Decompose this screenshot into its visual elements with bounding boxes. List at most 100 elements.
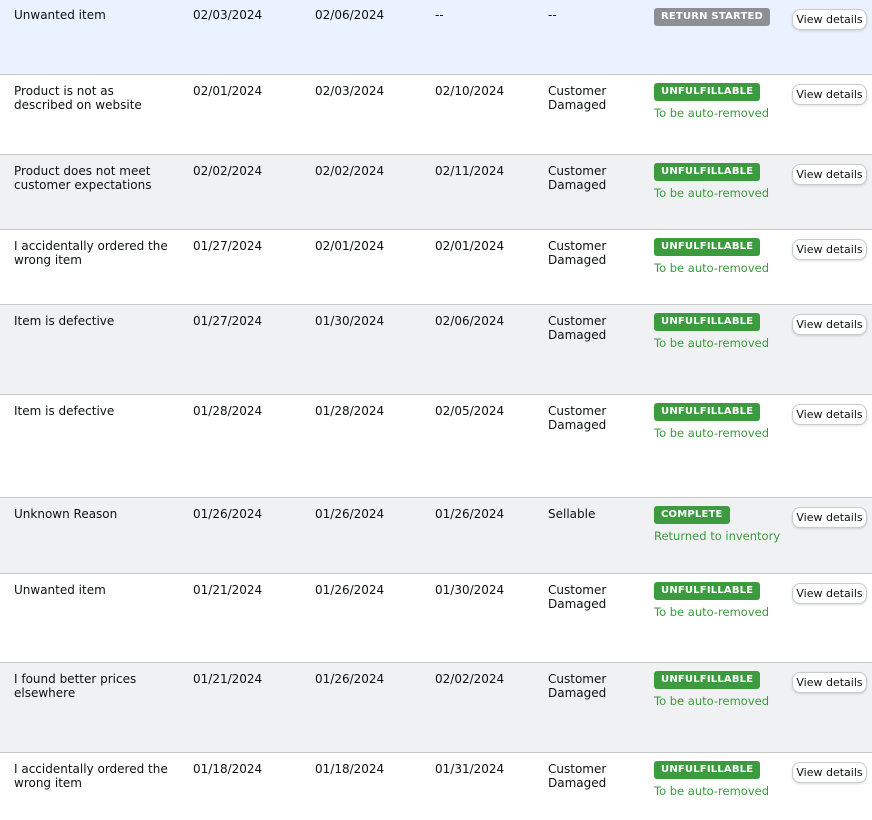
- return-reason: Item is defective: [14, 314, 115, 328]
- status-cell: UNFULFILLABLE To be auto-removed: [654, 238, 769, 275]
- closed-date: --: [435, 8, 444, 22]
- closed-date: 02/10/2024: [435, 84, 505, 98]
- status-note: Returned to inventory: [654, 529, 781, 543]
- return-date: 02/03/2024: [315, 84, 385, 98]
- request-date: 01/21/2024: [193, 672, 263, 686]
- disposition: Customer Damaged: [548, 84, 607, 112]
- request-date: 01/28/2024: [193, 404, 263, 418]
- view-details-button[interactable]: View details: [792, 314, 867, 335]
- status-cell: UNFULFILLABLE To be auto-removed: [654, 83, 769, 120]
- view-details-button[interactable]: View details: [792, 84, 867, 105]
- table-row: Item is defective 01/27/2024 01/30/2024 …: [0, 305, 872, 395]
- return-date: 02/01/2024: [315, 239, 385, 253]
- closed-date: 01/31/2024: [435, 762, 505, 776]
- disposition: Customer Damaged: [548, 404, 607, 432]
- status-cell: COMPLETE Returned to inventory: [654, 506, 780, 543]
- view-details-button[interactable]: View details: [792, 583, 867, 604]
- table-row: Product is not as described on website 0…: [0, 75, 872, 155]
- return-date: 01/30/2024: [315, 314, 385, 328]
- status-cell: UNFULFILLABLE To be auto-removed: [654, 313, 769, 350]
- request-date: 01/21/2024: [193, 583, 263, 597]
- view-details-button[interactable]: View details: [792, 164, 867, 185]
- return-reason: Product is not as described on website: [14, 84, 142, 112]
- status-badge: UNFULFILLABLE: [654, 671, 761, 689]
- status-badge: RETURN STARTED: [654, 8, 771, 26]
- table-row: I found better prices elsewhere 01/21/20…: [0, 663, 872, 753]
- disposition: --: [548, 8, 557, 22]
- status-badge: COMPLETE: [654, 506, 730, 524]
- status-badge: UNFULFILLABLE: [654, 163, 761, 181]
- status-cell: UNFULFILLABLE To be auto-removed: [654, 403, 769, 440]
- request-date: 01/18/2024: [193, 762, 263, 776]
- return-reason: Unknown Reason: [14, 507, 118, 521]
- view-details-button[interactable]: View details: [792, 672, 867, 693]
- status-badge: UNFULFILLABLE: [654, 313, 761, 331]
- closed-date: 02/01/2024: [435, 239, 505, 253]
- status-note: To be auto-removed: [654, 605, 770, 619]
- request-date: 01/27/2024: [193, 314, 263, 328]
- table-row: I accidentally ordered the wrong item 01…: [0, 753, 872, 820]
- disposition: Sellable: [548, 507, 596, 521]
- table-row: Item is defective 01/28/2024 01/28/2024 …: [0, 395, 872, 498]
- request-date: 02/02/2024: [193, 164, 263, 178]
- view-details-button[interactable]: View details: [792, 507, 867, 528]
- return-reason: Unwanted item: [14, 583, 106, 597]
- returns-table: Unwanted item 02/03/2024 02/06/2024 -- -…: [0, 0, 872, 820]
- return-date: 01/26/2024: [315, 672, 385, 686]
- view-details-button[interactable]: View details: [792, 404, 867, 425]
- status-note: To be auto-removed: [654, 426, 770, 440]
- return-reason: Product does not meet customer expectati…: [14, 164, 152, 192]
- return-date: 01/28/2024: [315, 404, 385, 418]
- status-cell: UNFULFILLABLE To be auto-removed: [654, 582, 769, 619]
- status-badge: UNFULFILLABLE: [654, 238, 761, 256]
- table-row: Unwanted item 02/03/2024 02/06/2024 -- -…: [0, 0, 872, 75]
- view-details-button[interactable]: View details: [792, 762, 867, 783]
- status-note: To be auto-removed: [654, 106, 770, 120]
- request-date: 02/03/2024: [193, 8, 263, 22]
- status-cell: RETURN STARTED: [654, 8, 771, 26]
- disposition: Customer Damaged: [548, 314, 607, 342]
- status-badge: UNFULFILLABLE: [654, 761, 761, 779]
- status-note: To be auto-removed: [654, 186, 770, 200]
- return-date: 01/26/2024: [315, 583, 385, 597]
- disposition: Customer Damaged: [548, 762, 607, 790]
- table-row: Unwanted item 01/21/2024 01/26/2024 01/3…: [0, 574, 872, 663]
- return-date: 01/18/2024: [315, 762, 385, 776]
- status-badge: UNFULFILLABLE: [654, 403, 761, 421]
- status-note: To be auto-removed: [654, 261, 770, 275]
- status-note: To be auto-removed: [654, 784, 770, 798]
- closed-date: 02/11/2024: [435, 164, 505, 178]
- closed-date: 01/26/2024: [435, 507, 505, 521]
- view-details-button[interactable]: View details: [792, 9, 867, 30]
- status-cell: UNFULFILLABLE To be auto-removed: [654, 163, 769, 200]
- view-details-button[interactable]: View details: [792, 239, 867, 260]
- disposition: Customer Damaged: [548, 164, 607, 192]
- disposition: Customer Damaged: [548, 239, 607, 267]
- disposition: Customer Damaged: [548, 672, 607, 700]
- return-date: 02/06/2024: [315, 8, 385, 22]
- return-reason: Unwanted item: [14, 8, 106, 22]
- status-note: To be auto-removed: [654, 336, 770, 350]
- request-date: 01/26/2024: [193, 507, 263, 521]
- closed-date: 02/06/2024: [435, 314, 505, 328]
- closed-date: 02/02/2024: [435, 672, 505, 686]
- request-date: 01/27/2024: [193, 239, 263, 253]
- request-date: 02/01/2024: [193, 84, 263, 98]
- table-row: Unknown Reason 01/26/2024 01/26/2024 01/…: [0, 498, 872, 574]
- return-reason: I accidentally ordered the wrong item: [14, 239, 168, 267]
- status-cell: UNFULFILLABLE To be auto-removed: [654, 761, 769, 798]
- status-badge: UNFULFILLABLE: [654, 582, 761, 600]
- closed-date: 02/05/2024: [435, 404, 505, 418]
- table-row: I accidentally ordered the wrong item 01…: [0, 230, 872, 305]
- return-reason: Item is defective: [14, 404, 115, 418]
- status-badge: UNFULFILLABLE: [654, 83, 761, 101]
- status-note: To be auto-removed: [654, 694, 770, 708]
- return-date: 01/26/2024: [315, 507, 385, 521]
- status-cell: UNFULFILLABLE To be auto-removed: [654, 671, 769, 708]
- return-reason: I found better prices elsewhere: [14, 672, 137, 700]
- return-reason: I accidentally ordered the wrong item: [14, 762, 168, 790]
- disposition: Customer Damaged: [548, 583, 607, 611]
- table-row: Product does not meet customer expectati…: [0, 155, 872, 230]
- return-date: 02/02/2024: [315, 164, 385, 178]
- closed-date: 01/30/2024: [435, 583, 505, 597]
